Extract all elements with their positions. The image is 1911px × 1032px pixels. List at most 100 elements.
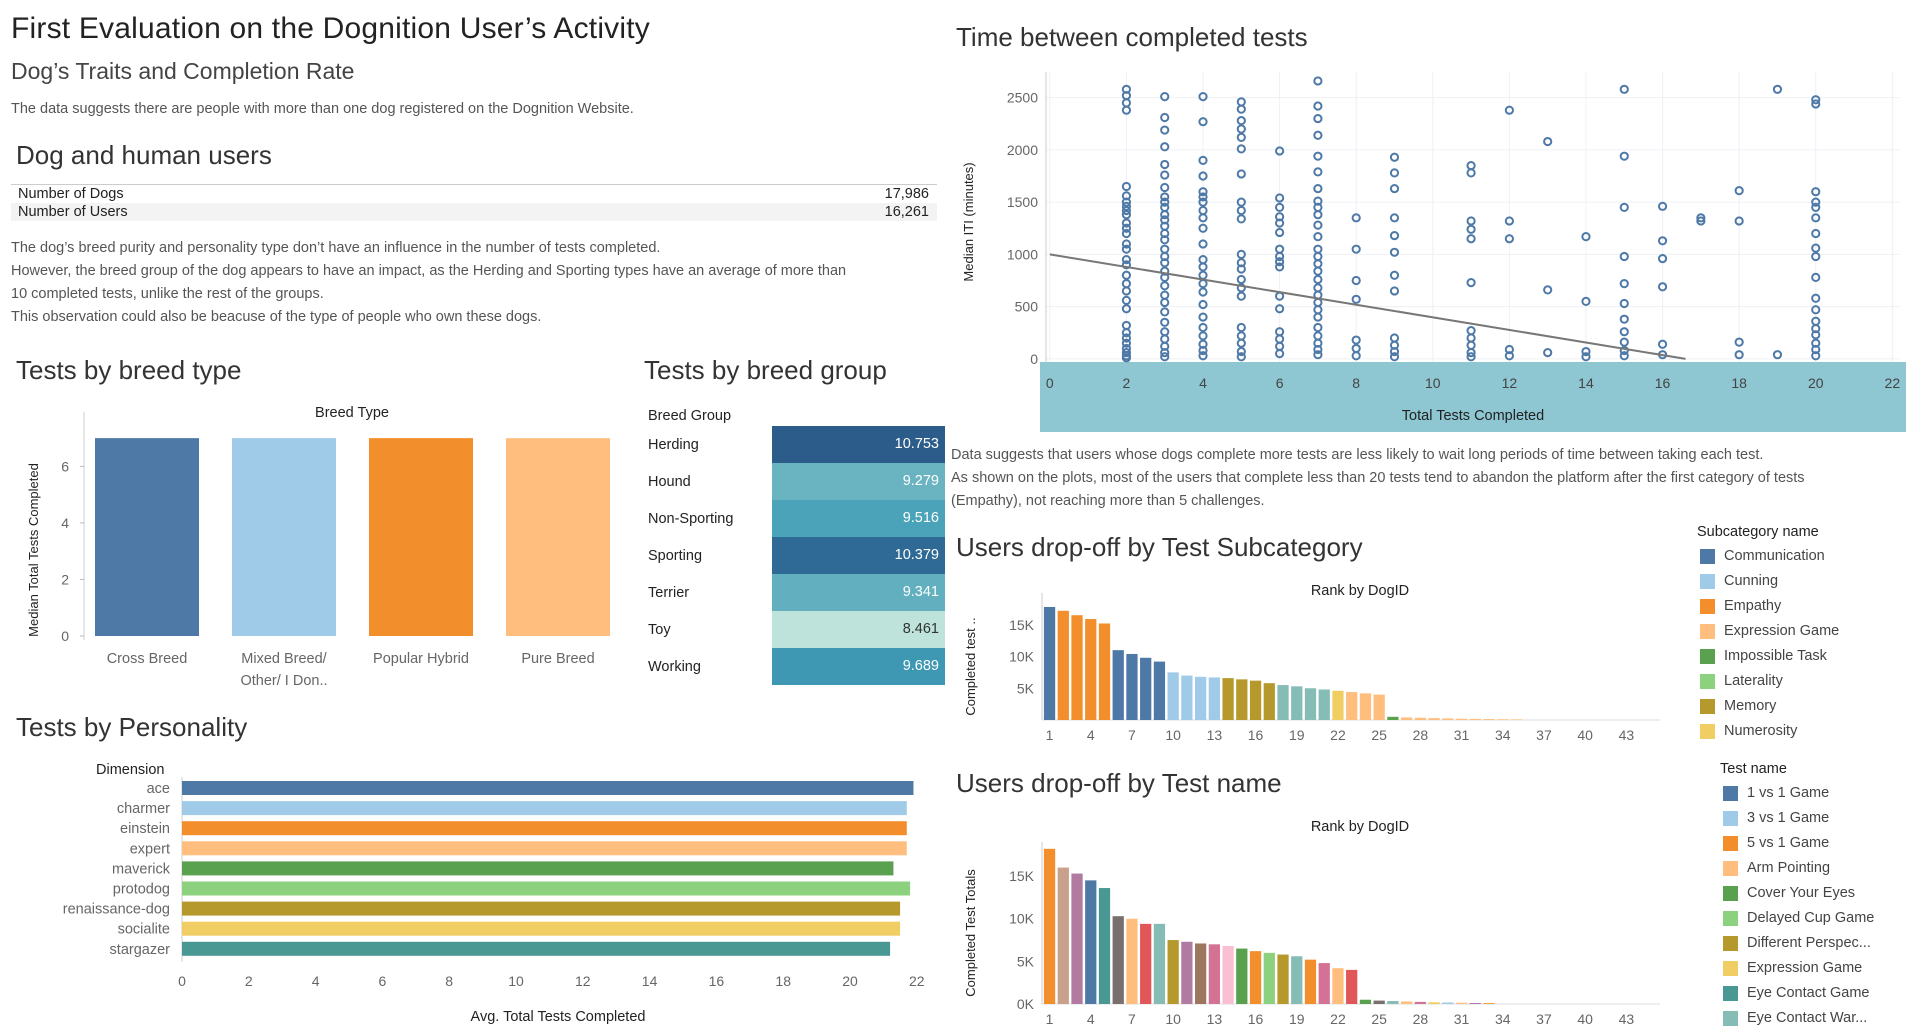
testname-legend-label: Eye Contact Game <box>1747 985 1870 1001</box>
subcat-ytick: 5K <box>1017 680 1035 696</box>
iti-point <box>1313 244 1323 254</box>
iti-point <box>1466 216 1476 226</box>
testname-bar <box>1153 923 1166 1004</box>
iti-ytick: 2500 <box>1007 90 1038 106</box>
breed-type-header: Breed Type <box>315 405 389 421</box>
iti-point <box>1389 152 1400 162</box>
breed-type-xtick: Other/ I Don.. <box>240 673 327 689</box>
subcat-bar <box>1304 688 1317 720</box>
traits-text-line: This observation could also be beacuse o… <box>11 309 542 325</box>
subcat-bar <box>1277 685 1289 720</box>
subcat-bar <box>1497 719 1509 720</box>
personality-ytick: stargazer <box>110 942 171 958</box>
iti-xtick: 14 <box>1578 375 1594 391</box>
subcat-legend-item[interactable]: Empathy <box>1700 594 1839 619</box>
testname-bar <box>1140 923 1152 1004</box>
subcat-bar <box>1153 661 1166 720</box>
users-section-title: Dog and human users <box>16 140 272 170</box>
testname-legend-label: 5 vs 1 Game <box>1747 835 1830 851</box>
personality-ytick: protodog <box>113 882 170 898</box>
subcat-legend-item[interactable]: Laterality <box>1700 669 1839 694</box>
breed-group-value: 10.379 <box>772 537 945 574</box>
testname-legend-item[interactable]: 3 vs 1 Game <box>1723 806 1874 831</box>
iti-point <box>1389 333 1400 343</box>
testname-legend-item[interactable]: 5 vs 1 Game <box>1723 831 1874 856</box>
subcat-legend-item[interactable]: Memory <box>1700 694 1839 719</box>
personality-ytick: einstein <box>120 821 170 837</box>
breed-type-bar <box>95 438 199 636</box>
iti-chart: 0 500 1000 1500 2000 2500 Median ITI (minutes)… <box>961 72 1906 432</box>
subcat-xtick: 40 <box>1577 727 1593 743</box>
iti-point <box>1313 331 1323 341</box>
breed-type-ytick: 6 <box>61 458 69 474</box>
subcat-bar <box>1249 680 1262 720</box>
testname-bar <box>1167 940 1179 1004</box>
testname-legend-swatch <box>1723 911 1738 926</box>
subcat-legend-item[interactable]: Cunning <box>1700 569 1839 594</box>
breed-type-xtick: Popular Hybrid <box>373 651 469 667</box>
testname-legend-item[interactable]: Arm Pointing <box>1723 856 1874 881</box>
testname-xtick: 28 <box>1413 1011 1429 1027</box>
subcat-bar <box>1483 719 1495 720</box>
breed-type-ytick: 2 <box>61 571 69 587</box>
subcat-legend-item[interactable]: Expression Game <box>1700 619 1839 644</box>
testname-legend-item[interactable]: Cover Your Eyes <box>1723 881 1874 906</box>
header-note: The data suggests there are people with … <box>11 101 634 117</box>
testname-legend-item[interactable]: Different Perspec... <box>1723 931 1874 956</box>
testname-bar <box>1442 1002 1454 1004</box>
subcat-bar <box>1071 615 1083 720</box>
breed-group-value: 9.516 <box>772 500 945 537</box>
subcat-legend-label: Impossible Task <box>1724 648 1827 664</box>
subcat-legend-label: Laterality <box>1724 673 1783 689</box>
subcat-bar <box>1222 678 1234 720</box>
breed-group-row: Non-Sporting 9.516 <box>641 500 945 537</box>
testname-ylabel: Completed Test Totals <box>963 869 978 997</box>
iti-point <box>1236 97 1246 107</box>
breed-group-row: Toy 8.461 <box>641 611 945 648</box>
iti-point <box>1619 337 1629 347</box>
testname-legend-item[interactable]: Eye Contact War... <box>1723 1006 1874 1031</box>
testname-bar <box>1222 946 1234 1004</box>
personality-bar <box>182 881 911 896</box>
iti-point <box>1389 230 1400 241</box>
iti-point <box>1313 322 1323 333</box>
testname-bar <box>1126 918 1138 1004</box>
subcat-legend: Communication Cunning Empathy Expression Ga… <box>1700 544 1839 744</box>
testname-legend-item[interactable]: Eye Contact Game <box>1723 981 1874 1006</box>
iti-point <box>1313 305 1323 315</box>
iti-xtick: 2 <box>1123 375 1131 391</box>
breed-type-xtick: Cross Breed <box>107 651 188 667</box>
testname-legend-item[interactable]: Delayed Cup Game <box>1723 906 1874 931</box>
subcat-legend-item[interactable]: Impossible Task <box>1700 644 1839 669</box>
iti-point <box>1160 112 1170 123</box>
testname-xtick: 19 <box>1289 1011 1305 1027</box>
testname-bar <box>1387 1001 1399 1004</box>
breed-type-bar <box>369 438 473 636</box>
subcat-legend-item[interactable]: Communication <box>1700 544 1839 569</box>
iti-point <box>1160 334 1170 344</box>
testname-bar <box>1236 948 1248 1004</box>
testname-legend-item[interactable]: 1 vs 1 Game <box>1723 781 1874 806</box>
iti-point <box>1160 142 1170 152</box>
testname-legend-item[interactable]: Expression Game <box>1723 956 1874 981</box>
subcat-legend-item[interactable]: Numerosity <box>1700 719 1839 744</box>
iti-point <box>1389 213 1400 223</box>
iti-point <box>1389 286 1400 296</box>
testname-bar <box>1304 959 1317 1004</box>
testname-xtick: 31 <box>1454 1011 1470 1027</box>
testname-legend-label: 3 vs 1 Game <box>1747 810 1830 826</box>
breed-group-row: Herding 10.753 <box>641 426 945 463</box>
subcat-bar <box>1414 717 1426 720</box>
iti-point <box>1466 326 1476 336</box>
breed-type-xtick: Pure Breed <box>521 651 594 667</box>
iti-point <box>1543 347 1553 358</box>
testname-xtick: 16 <box>1248 1011 1264 1027</box>
personality-ytick: socialite <box>118 922 170 938</box>
subcat-ytick: 15K <box>1009 617 1035 633</box>
personality-ytick: charmer <box>117 801 170 817</box>
subcat-bar <box>1263 683 1275 720</box>
subcat-bar <box>1167 672 1179 720</box>
testname-legend: 1 vs 1 Game 3 vs 1 Game 5 vs 1 Game Arm Poi… <box>1723 781 1874 1031</box>
iti-point <box>1772 84 1783 94</box>
testname-bar <box>1469 1002 1481 1004</box>
